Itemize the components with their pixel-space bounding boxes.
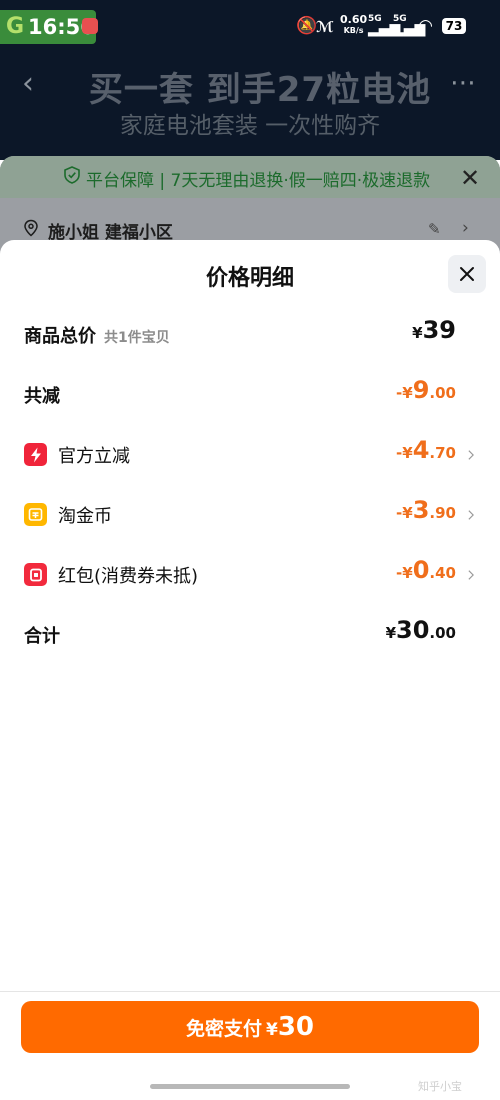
- red-packet-glyph: [29, 568, 42, 581]
- more-icon[interactable]: ⋯: [450, 68, 476, 98]
- price-integer: 39: [422, 316, 456, 344]
- price-integer: 3: [412, 496, 430, 524]
- guarantee-text: 平台保障 | 7天无理由退换·假一赔四·极速退款: [86, 171, 431, 191]
- grand-total-label: 合计: [24, 626, 60, 647]
- back-icon[interactable]: ‹: [22, 66, 34, 101]
- taojinbi-price: -¥3.90: [396, 496, 456, 524]
- chevron-right-icon[interactable]: ›: [462, 218, 469, 238]
- goods-count: 共1件宝贝: [104, 330, 170, 346]
- bottom-divider: [0, 991, 500, 992]
- close-button[interactable]: [448, 255, 486, 293]
- row-total-discount: 共减 -¥9.00: [24, 376, 476, 412]
- row-red-packet[interactable]: 红包(消费券未抵) -¥0.40: [24, 556, 476, 592]
- banner-title: 买一套 到手27粒电池: [88, 70, 432, 110]
- total-discount-label: 共减: [24, 386, 60, 407]
- price-decimal: .90: [429, 504, 456, 522]
- price-decimal: .00: [429, 624, 456, 642]
- row-label: 商品总价 共1件宝贝: [24, 322, 170, 348]
- red-packet-icon: [24, 563, 47, 586]
- coin-icon: [24, 503, 47, 526]
- row-official-discount[interactable]: 官方立减 -¥4.70: [24, 436, 476, 472]
- pay-amount: 30: [277, 1012, 315, 1042]
- banner-subtitle: 家庭电池套装 一次性购齐: [119, 113, 381, 139]
- watermark: 知乎小宝: [418, 1080, 462, 1093]
- price-currency: -¥: [396, 384, 413, 402]
- price-currency: -¥: [396, 564, 413, 582]
- grand-total-price: ¥30.00: [386, 616, 456, 644]
- mute-icon: 🔕: [296, 16, 318, 36]
- official-discount-price: -¥4.70: [396, 436, 456, 464]
- price-currency: ¥: [385, 624, 397, 642]
- price-currency: ¥: [412, 324, 423, 342]
- location-icon: [24, 219, 38, 237]
- row-grand-total: 合计 ¥30.00: [24, 616, 476, 652]
- total-discount-price: -¥9.00: [396, 376, 456, 404]
- price-integer: 4: [412, 436, 430, 464]
- app-badge-letter: G: [6, 14, 25, 39]
- chevron-right-icon: [468, 570, 474, 580]
- status-bar: G 16:56 🔕 ℳ 0.60 KB/s 5G ▂▄▆ 5G ▂▄▆ ◠ 73: [0, 0, 500, 52]
- price-currency: -¥: [396, 504, 413, 522]
- red-packet-label: 红包(消费券未抵): [58, 566, 199, 587]
- edit-icon[interactable]: ✎: [428, 220, 441, 238]
- pay-currency: ¥: [265, 1020, 278, 1040]
- row-goods-total: 商品总价 共1件宝贝 ¥39: [24, 316, 476, 352]
- notification-icon: [82, 18, 98, 34]
- price-currency: -¥: [396, 444, 413, 462]
- official-discount-label: 官方立减: [58, 446, 130, 467]
- price-integer: 30: [396, 616, 430, 644]
- price-integer: 0: [412, 556, 430, 584]
- taojinbi-label: 淘金币: [58, 506, 112, 527]
- coin-glyph: [28, 508, 43, 521]
- price-integer: 9: [412, 376, 430, 404]
- chevron-right-icon: [468, 450, 474, 460]
- price-decimal: .00: [429, 384, 456, 402]
- battery-icon: 73: [442, 18, 466, 34]
- pay-button[interactable]: 免密支付 ¥30: [21, 1001, 479, 1053]
- chevron-right-icon: [468, 510, 474, 520]
- pay-label: 免密支付: [185, 1018, 262, 1040]
- guarantee-close-icon[interactable]: ✕: [460, 164, 480, 192]
- net-speed-unit: KB/s: [343, 26, 364, 35]
- goods-total-price: ¥39: [412, 316, 456, 344]
- price-detail-sheet: [0, 240, 500, 1100]
- lightning-icon: [24, 443, 47, 466]
- home-indicator[interactable]: [150, 1084, 350, 1089]
- net-speed: 0.60 KB/s: [340, 14, 367, 36]
- net-speed-value: 0.60: [340, 13, 368, 26]
- row-taojinbi[interactable]: 淘金币 -¥3.90: [24, 496, 476, 532]
- close-icon: [460, 267, 474, 281]
- price-decimal: .70: [429, 444, 456, 462]
- sheet-title: 价格明细: [205, 266, 294, 291]
- goods-total-label: 商品总价: [24, 326, 96, 347]
- carrier-icon: ℳ: [316, 18, 334, 36]
- red-packet-price: -¥0.40: [396, 556, 456, 584]
- price-decimal: .40: [429, 564, 456, 582]
- shield-icon: [64, 166, 80, 184]
- lightning-glyph: [30, 447, 41, 462]
- wifi-icon: ◠: [419, 16, 433, 36]
